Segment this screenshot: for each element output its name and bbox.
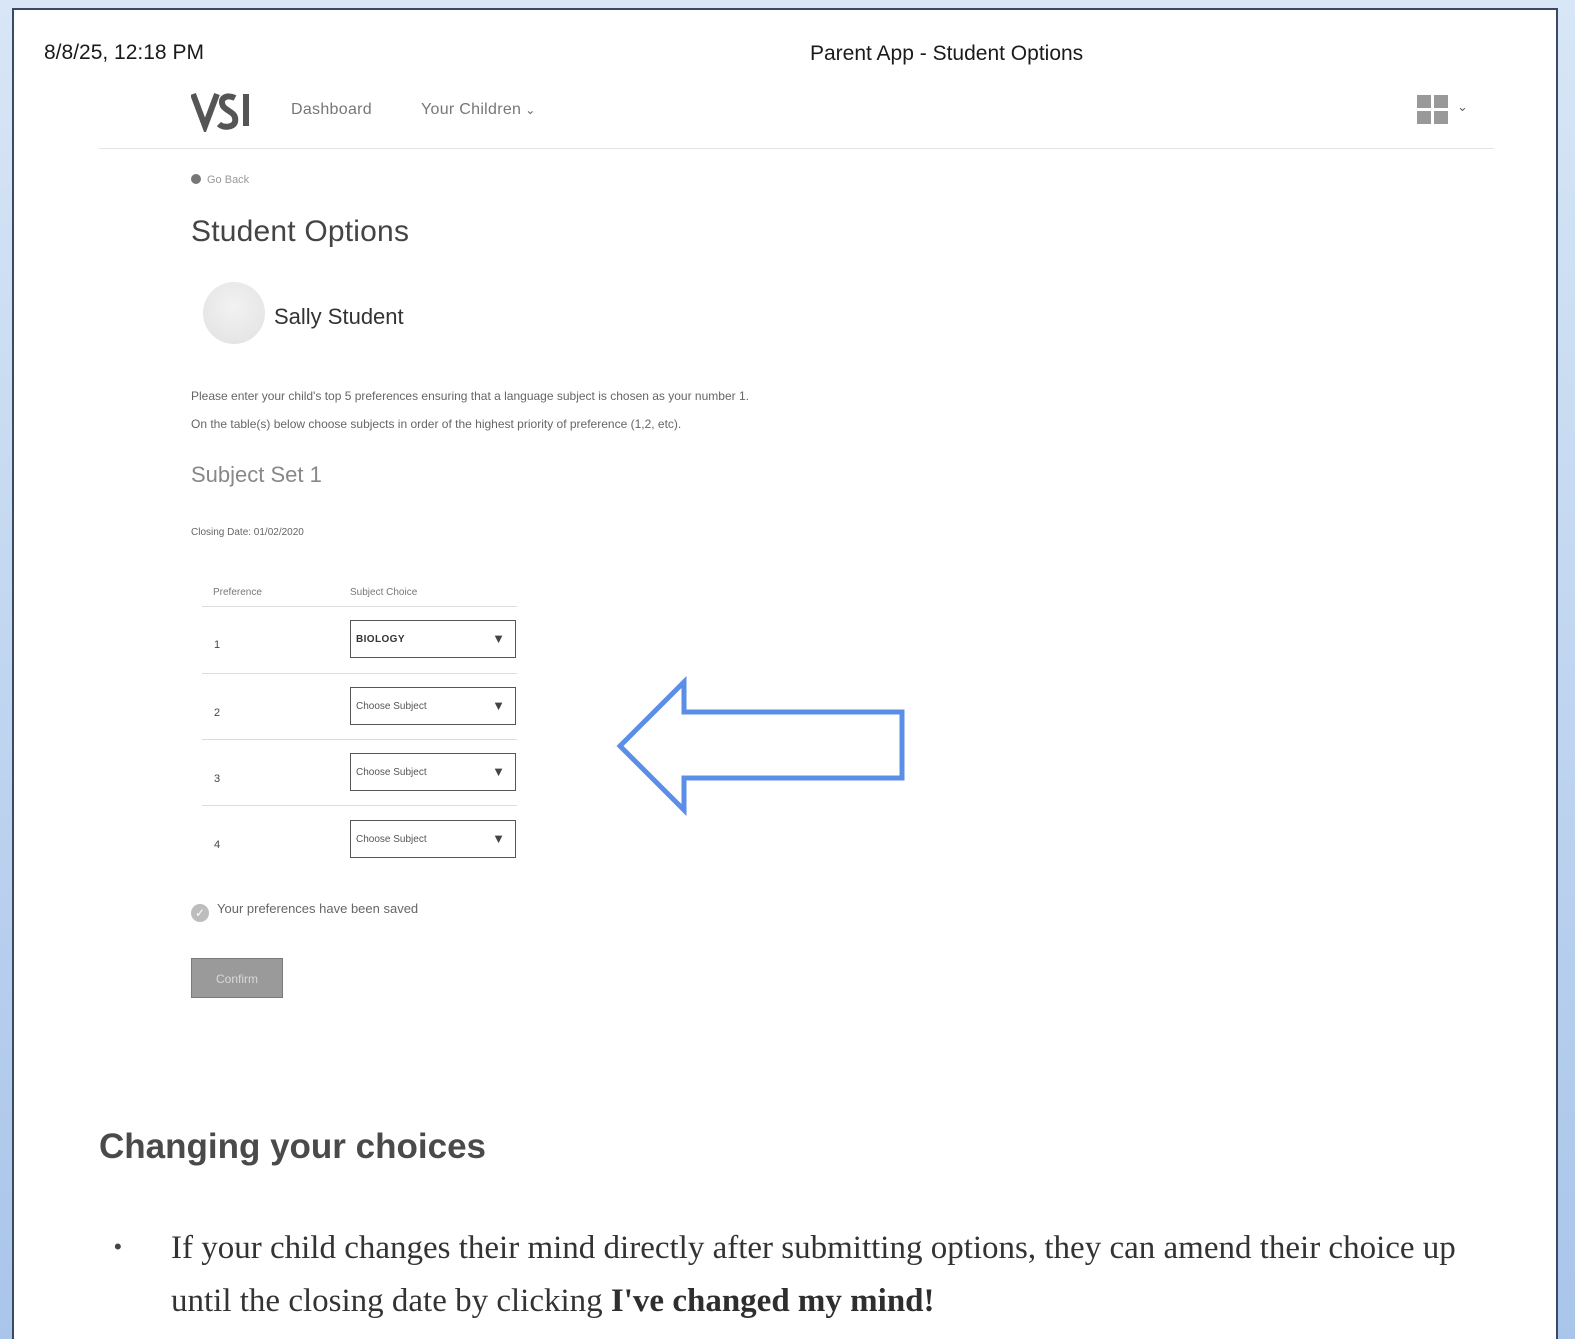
vsware-logo[interactable] [191,90,253,132]
chevron-down-icon: ⌄ [525,103,536,117]
grid-icon-cell [1434,111,1448,124]
changed-mind-reference: I've changed my mind! [610,1283,935,1319]
preference-number-1: 1 [214,639,221,651]
closing-date: Closing Date: 01/02/2020 [191,527,304,538]
instruction-line-1: Please enter your child's top 5 preferen… [191,389,749,403]
subject-select-1-value: BIOLOGY [356,634,405,645]
dropdown-arrow-icon: ▼ [492,764,505,779]
grid-icon-cell [1434,95,1448,108]
go-back-link[interactable]: Go Back [191,174,249,186]
table-header-divider [202,606,517,607]
dropdown-arrow-icon: ▼ [492,631,505,646]
page-title: Student Options [191,215,410,248]
nav-your-children-label: Your Children [421,101,522,118]
bullet-marker: • [114,1234,122,1259]
subject-set-heading: Subject Set 1 [191,462,322,487]
preference-number-4: 4 [214,839,221,851]
avatar [203,282,265,344]
subject-select-2[interactable]: Choose Subject ▼ [350,687,516,725]
row-divider [202,805,517,806]
saved-status-text: Your preferences have been saved [217,901,419,916]
row-divider [202,739,517,740]
saved-status: ✓ Your preferences have been saved [191,901,418,922]
help-bullet-text: If your child changes their mind directl… [171,1222,1511,1328]
subject-select-3-value: Choose Subject [356,767,427,778]
printed-page: 8/8/25, 12:18 PM Parent App - Student Op… [12,8,1558,1339]
preference-column-header: Preference [213,587,262,598]
subject-column-header: Subject Choice [350,587,418,598]
back-arrow-icon [191,174,201,184]
preference-number-2: 2 [214,707,221,719]
print-title: Parent App - Student Options [810,42,1084,65]
apps-menu-button[interactable]: ⌄ [1417,93,1477,127]
subject-select-2-value: Choose Subject [356,701,427,712]
student-name: Sally Student [274,304,404,329]
subject-select-1[interactable]: BIOLOGY ▼ [350,620,516,658]
print-date: 8/8/25, 12:18 PM [44,41,204,64]
grid-icon-cell [1417,111,1431,124]
subject-select-3[interactable]: Choose Subject ▼ [350,753,516,791]
confirm-button[interactable]: Confirm [191,958,283,998]
row-divider [202,673,517,674]
section-heading: Changing your choices [99,1127,486,1166]
grid-icon [1417,95,1431,108]
left-arrow-icon [616,676,905,816]
nav-your-children[interactable]: Your Children ⌄ [421,101,536,119]
subject-select-4[interactable]: Choose Subject ▼ [350,820,516,858]
check-circle-icon: ✓ [191,904,209,922]
chevron-down-icon: ⌄ [1457,99,1468,114]
nav-divider [99,148,1494,149]
nav-dashboard[interactable]: Dashboard [291,101,372,119]
subject-select-4-value: Choose Subject [356,834,427,845]
dropdown-arrow-icon: ▼ [492,698,505,713]
dropdown-arrow-icon: ▼ [492,831,505,846]
preference-number-3: 3 [214,773,221,785]
instruction-line-2: On the table(s) below choose subjects in… [191,417,682,431]
go-back-label: Go Back [207,174,250,186]
